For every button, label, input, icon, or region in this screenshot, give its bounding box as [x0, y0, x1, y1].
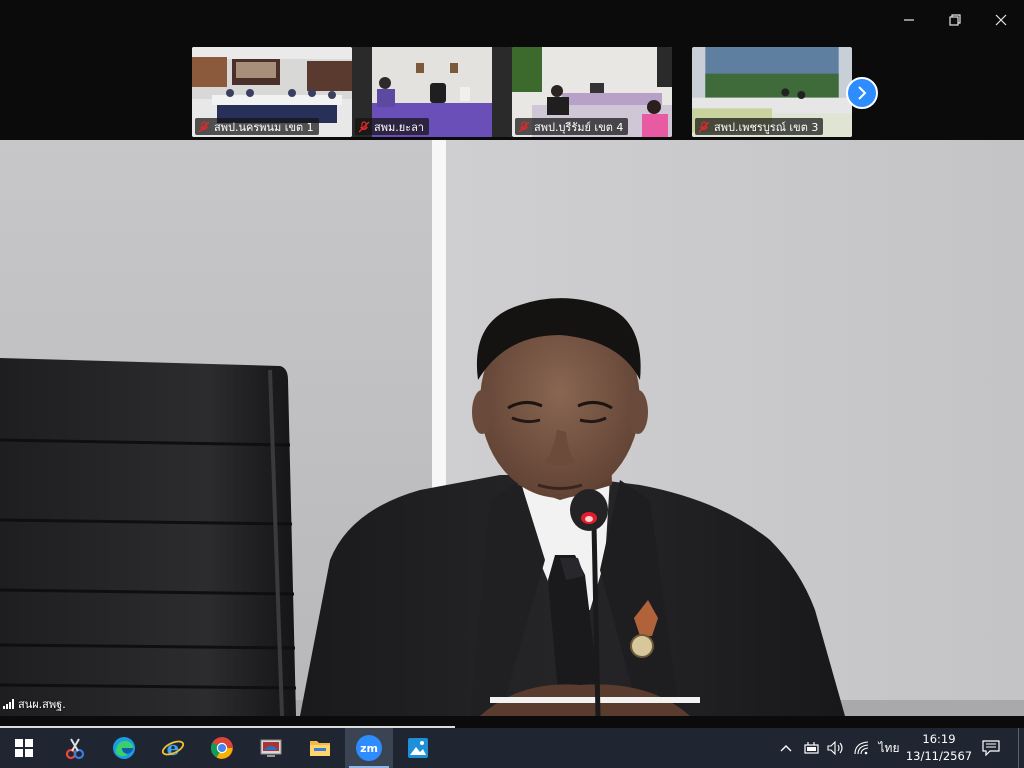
show-desktop-divider[interactable]	[1018, 728, 1019, 768]
participant-thumbnail[interactable]: สพป.บุรีรัมย์ เขต 4	[512, 47, 672, 137]
chevron-up-icon	[780, 745, 792, 752]
participant-label: สพป.บุรีรัมย์ เขต 4	[515, 118, 629, 135]
title-bar	[0, 0, 1024, 40]
network-button[interactable]	[851, 738, 873, 758]
snipping-tool-icon	[65, 738, 85, 760]
minimize-icon	[904, 19, 914, 21]
clock-time: 16:19	[922, 732, 956, 746]
participant-label: สพม.ยะลา	[355, 118, 429, 135]
mic-muted-icon	[358, 120, 370, 132]
active-speaker-name: สนผ.สพฐ.	[18, 698, 66, 711]
taskbar-app-remote-desktop[interactable]	[247, 728, 295, 768]
active-speaker-video[interactable]: สนผ.สพฐ.	[0, 140, 1024, 716]
chevron-right-icon	[858, 86, 867, 100]
folder-icon	[310, 741, 330, 756]
taskbar-app-file-explorer[interactable]	[296, 728, 344, 768]
input-language-label: ไทย	[878, 740, 900, 755]
speaker-volume-icon	[827, 741, 843, 755]
battery-icon	[804, 742, 819, 754]
close-button[interactable]	[978, 0, 1024, 40]
windows-taskbar: e zm ไทย 16:19 13/11/2567	[0, 728, 1024, 768]
svg-text:e: e	[167, 736, 180, 760]
restore-icon	[949, 14, 961, 26]
input-language-button[interactable]: ไทย	[876, 738, 902, 758]
photos-icon	[408, 738, 428, 758]
active-speaker-label: สนผ.สพฐ.	[3, 695, 66, 713]
taskbar-app-chrome[interactable]	[198, 728, 246, 768]
chrome-icon	[211, 737, 233, 759]
minimize-button[interactable]	[886, 0, 932, 40]
restore-button[interactable]	[932, 0, 978, 40]
participant-label: สพป.นครพนม เขต 1	[195, 118, 319, 135]
mic-muted-icon	[698, 120, 710, 132]
taskbar-app-edge[interactable]	[100, 728, 148, 768]
volume-button[interactable]	[825, 738, 847, 758]
taskbar-app-zoom[interactable]: zm	[345, 728, 393, 768]
mic-muted-icon	[198, 120, 210, 132]
participant-thumbnail[interactable]: สพป.นครพนม เขต 1	[192, 47, 352, 137]
signal-bars-icon	[3, 699, 14, 709]
participant-thumbnail-strip: สพป.นครพนม เขต 1 สพม.ยะลา สพป.บุรีรัมย์ …	[0, 40, 1024, 140]
remote-desktop-icon	[260, 739, 282, 757]
participant-thumbnail[interactable]: สพป.เพชรบูรณ์ เขต 3	[692, 47, 852, 137]
window-bottom-strip	[0, 716, 1024, 728]
wifi-icon	[854, 741, 869, 755]
svg-text:zm: zm	[360, 742, 378, 755]
zoom-meeting-window: สพป.นครพนม เขต 1 สพม.ยะลา สพป.บุรีรัมย์ …	[0, 0, 1024, 768]
windows-start-icon	[15, 739, 33, 757]
battery-button[interactable]	[800, 738, 822, 758]
participant-label: สพป.เพชรบูรณ์ เขต 3	[695, 118, 824, 135]
clock-date: 13/11/2567	[905, 749, 973, 763]
action-center-button[interactable]	[980, 738, 1002, 758]
participant-name: สพป.บุรีรัมย์ เขต 4	[534, 120, 624, 134]
taskbar-app-internet-explorer[interactable]: e	[149, 728, 197, 768]
taskbar-app-snipping-tool[interactable]	[51, 728, 99, 768]
clock[interactable]: 16:19 13/11/2567	[904, 731, 974, 765]
notification-icon	[982, 740, 1000, 756]
participant-name: สพม.ยะลา	[374, 120, 424, 134]
mic-muted-icon	[518, 120, 530, 132]
start-button[interactable]	[0, 728, 48, 768]
participant-name: สพป.เพชรบูรณ์ เขต 3	[714, 120, 819, 134]
speaker-video-frame	[0, 140, 1024, 716]
participant-thumbnail[interactable]: สพม.ยะลา	[352, 47, 512, 137]
internet-explorer-icon: e	[161, 736, 185, 760]
zoom-icon: zm	[356, 735, 382, 761]
close-icon	[995, 14, 1007, 26]
edge-icon	[113, 737, 135, 759]
show-hidden-icons-button[interactable]	[778, 738, 794, 758]
next-page-button[interactable]	[846, 77, 878, 109]
taskbar-app-photos[interactable]	[394, 728, 442, 768]
participant-name: สพป.นครพนม เขต 1	[214, 120, 314, 134]
